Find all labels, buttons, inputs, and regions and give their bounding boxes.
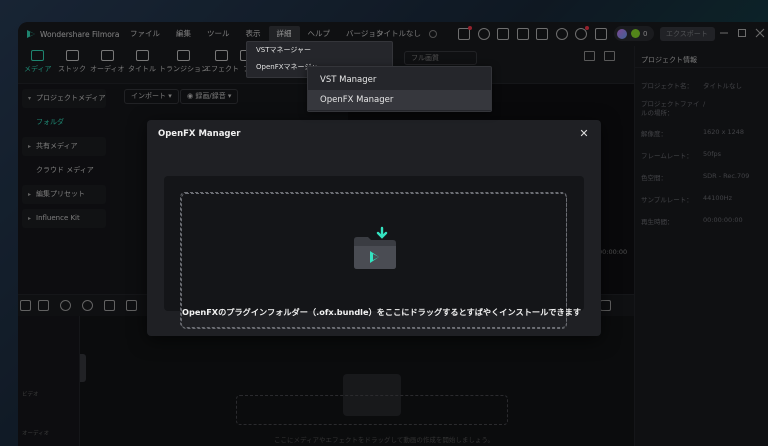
close-icon[interactable]: ✕ xyxy=(577,127,591,141)
drop-instruction: OpenFXのプラグインフォルダー（.ofx.bundle）をここにドラッグする… xyxy=(182,307,582,317)
plugin-drop-area[interactable]: OpenFXのプラグインフォルダー（.ofx.bundle）をここにドラッグする… xyxy=(181,193,582,329)
manager-submenu: VST Manager OpenFX Manager xyxy=(307,66,492,112)
submenu-item-vst-manager[interactable]: VST Manager xyxy=(308,70,491,90)
menu-item-vst-manager[interactable]: VSTマネージャー xyxy=(247,42,392,59)
folder-import-icon xyxy=(354,226,396,269)
dialog-title: OpenFX Manager xyxy=(158,129,241,139)
submenu-item-openfx-manager[interactable]: OpenFX Manager xyxy=(308,90,491,110)
